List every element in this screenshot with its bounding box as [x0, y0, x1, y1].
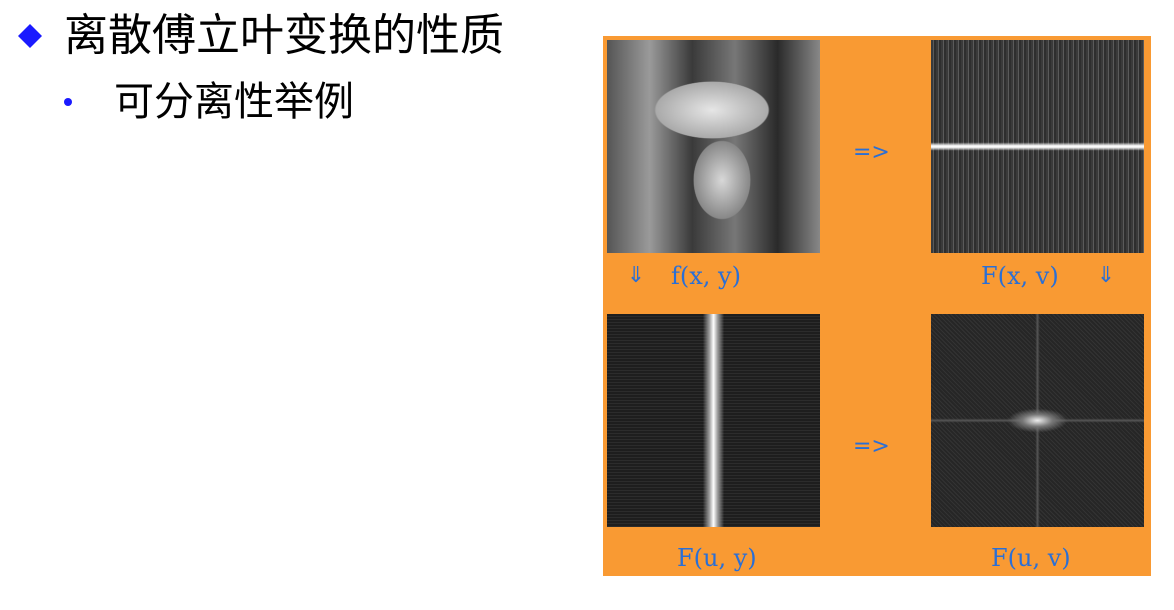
label-fuy: F(u, y): [677, 544, 757, 572]
slide-subheading: 可分离性举例: [114, 79, 354, 125]
spectrum-fuv-image: [931, 314, 1144, 527]
slide-heading: 离散傅立叶变换的性质: [64, 10, 504, 61]
spectrum-fxv-image: [931, 40, 1144, 253]
down-arrow-icon: ⇓: [626, 263, 646, 288]
spectrum-fuy-image: [607, 314, 820, 527]
lena-image: [607, 40, 820, 253]
right-arrow-icon: =>: [853, 140, 890, 165]
separability-figure: => => ⇓ ⇓ f(x, y) F(x, v) F(u, y) F(u, v…: [603, 36, 1151, 576]
diamond-bullet-icon: [18, 24, 42, 48]
down-arrow-icon: ⇓: [1096, 263, 1116, 288]
label-fuv: F(u, v): [991, 544, 1071, 572]
label-fxv: F(x, v): [981, 262, 1059, 290]
label-fxy: f(x, y): [671, 262, 741, 290]
dot-bullet-icon: [64, 98, 72, 106]
right-arrow-icon: =>: [853, 434, 890, 459]
